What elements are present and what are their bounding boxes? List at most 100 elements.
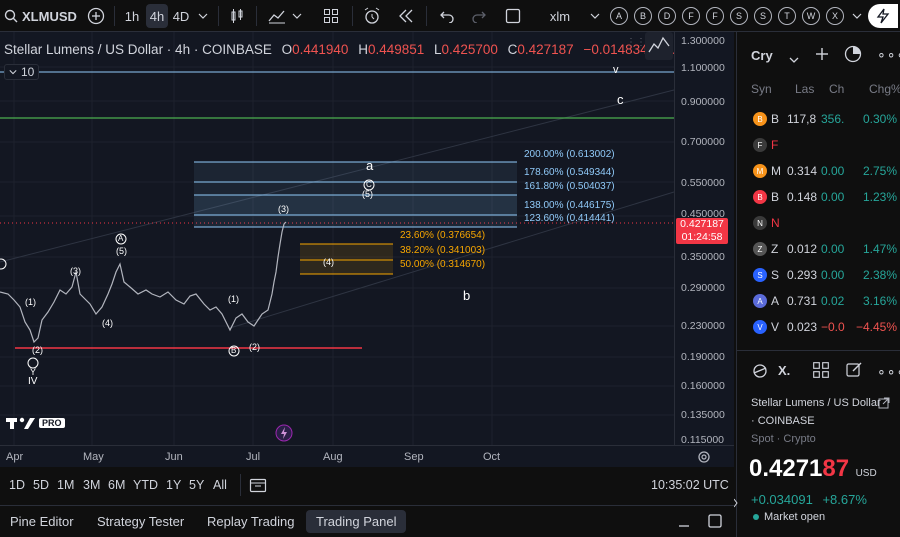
watchlist-title[interactable]: Cry xyxy=(751,48,773,63)
external-link-icon[interactable] xyxy=(878,396,890,414)
col-last[interactable]: Las xyxy=(795,82,814,96)
range-all[interactable]: All xyxy=(213,478,227,492)
collapse-panel-button[interactable] xyxy=(676,514,692,530)
watchlist-row[interactable]: NN xyxy=(737,210,900,236)
layouts-button[interactable] xyxy=(320,4,342,28)
go-to-date-button[interactable] xyxy=(240,474,274,496)
coin-icon: B xyxy=(753,112,767,126)
fib-extension-tool[interactable] xyxy=(194,161,517,228)
wave-label-1b: (1) xyxy=(228,294,239,304)
fib-retracement-tool[interactable] xyxy=(300,243,393,275)
indicators-button[interactable] xyxy=(266,4,288,28)
indicators-dropdown[interactable] xyxy=(290,4,304,28)
details-more-button[interactable]: ∘∘∘ xyxy=(877,363,900,380)
col-change-pct[interactable]: Chg% xyxy=(869,82,900,96)
alert-button[interactable] xyxy=(360,4,384,28)
current-price-tag: 0.427187 01:24:58 xyxy=(676,218,728,244)
watchlist-row[interactable]: B B 117,8 356. 0.30% xyxy=(737,106,900,132)
tab-replay-trading[interactable]: Replay Trading xyxy=(207,514,294,529)
range-6m[interactable]: 6M xyxy=(108,478,125,492)
quick-symbol-label: B xyxy=(639,11,646,21)
watchlist-row[interactable]: V V 0.023 −0.0 −4.45% xyxy=(737,314,900,340)
range-3m[interactable]: 3M xyxy=(83,478,100,492)
details-layout-button[interactable] xyxy=(812,361,830,384)
quick-symbol-f2[interactable]: F xyxy=(706,7,724,25)
details-price-main: 0.4271 xyxy=(749,455,823,482)
quick-symbol-a[interactable]: A xyxy=(610,7,628,25)
details-symbol[interactable]: X. xyxy=(778,363,790,378)
utc-clock[interactable]: 10:35:02 UTC xyxy=(651,478,729,492)
row-last: 0.731 xyxy=(787,294,818,308)
chart-symbol-title[interactable]: Stellar Lumens / US Dollar · 4h · COINBA… xyxy=(4,42,272,57)
fullscreen-button[interactable] xyxy=(502,4,524,28)
quick-symbol-x[interactable]: X xyxy=(826,7,844,25)
events-lightning-icon[interactable] xyxy=(275,424,293,442)
watchlist-row[interactable]: S S 0.293 0.00 2.38% xyxy=(737,262,900,288)
watchlist-menu-dropdown[interactable] xyxy=(789,50,799,68)
chart-type-button[interactable] xyxy=(226,4,248,28)
interval-dropdown[interactable] xyxy=(196,4,210,28)
maximize-panel-button[interactable] xyxy=(707,513,723,529)
redo-icon xyxy=(472,11,486,23)
interval-label: 1h xyxy=(124,8,140,24)
time-axis-label: Oct xyxy=(483,451,501,463)
range-5y[interactable]: 5Y xyxy=(189,478,204,492)
details-edit-button[interactable] xyxy=(845,361,863,384)
compare-dropdown[interactable] xyxy=(588,4,602,28)
details-change-pct: +8.67% xyxy=(822,492,867,507)
retrace-label: 23.60% (0.376654) xyxy=(400,230,486,241)
quick-symbol-d[interactable]: D xyxy=(658,7,676,25)
replay-button[interactable] xyxy=(394,4,418,28)
sidebar-collapse-handle[interactable] xyxy=(733,495,738,511)
quick-symbol-b[interactable]: B xyxy=(634,7,652,25)
details-name[interactable]: Stellar Lumens / US Dollar xyxy=(751,397,881,409)
add-symbol-watchlist-button[interactable] xyxy=(814,46,830,67)
quick-symbol-s2[interactable]: S xyxy=(754,7,772,25)
object-tree-button[interactable] xyxy=(645,32,673,60)
range-ytd[interactable]: YTD xyxy=(133,478,158,492)
range-1d[interactable]: 1D xyxy=(9,478,25,492)
row-change-pct: 0.30% xyxy=(862,112,897,126)
symbol-search-button[interactable]: XLMUSD xyxy=(4,4,88,28)
range-1y[interactable]: 1Y xyxy=(166,478,181,492)
interval-4d[interactable]: 4D xyxy=(170,4,192,28)
compare-symbol-input[interactable]: xlm xyxy=(540,4,580,28)
advanced-view-button[interactable] xyxy=(843,44,863,69)
quick-symbol-f1[interactable]: F xyxy=(682,7,700,25)
row-last: 0.023 xyxy=(787,320,818,334)
indicator-legend[interactable]: 10 xyxy=(4,64,40,80)
add-symbol-button[interactable] xyxy=(86,4,106,28)
watchlist-row[interactable]: M M 0.314 0.00 2.75% xyxy=(737,158,900,184)
interval-4h[interactable]: 4h xyxy=(146,4,168,28)
range-1m[interactable]: 1M xyxy=(57,478,74,492)
redo-button[interactable] xyxy=(468,4,490,28)
chart-pane[interactable]: 200.00% (0.613002) 178.60% (0.549344) 16… xyxy=(0,32,674,445)
calendar-range-icon xyxy=(249,478,266,493)
drag-handle-icon[interactable]: ⋮⋮ xyxy=(626,38,646,54)
chart-settings-button[interactable] xyxy=(696,449,712,465)
watchlist-row[interactable]: A A 0.731 0.02 3.16% xyxy=(737,288,900,314)
pro-badge: PRO xyxy=(39,418,65,428)
interval-1h[interactable]: 1h xyxy=(121,4,143,28)
watchlist-row[interactable]: B B 0.148 0.00 1.23% xyxy=(737,184,900,210)
tab-trading-panel[interactable]: Trading Panel xyxy=(306,510,407,533)
time-axis[interactable]: Apr May Jun Jul Aug Sep Oct xyxy=(0,445,734,467)
watchlist-more-button[interactable]: ∘∘∘ xyxy=(877,46,900,63)
watchlist-row[interactable]: FF xyxy=(737,132,900,158)
quick-symbol-t[interactable]: T xyxy=(778,7,796,25)
fib-label: 123.60% (0.414441) xyxy=(524,213,615,224)
range-5d[interactable]: 5D xyxy=(33,478,49,492)
quick-symbols-dropdown[interactable] xyxy=(850,4,864,28)
publish-button[interactable] xyxy=(868,4,898,28)
fib-label: 200.00% (0.613002) xyxy=(524,149,615,160)
tab-strategy-tester[interactable]: Strategy Tester xyxy=(97,514,184,529)
col-change[interactable]: Ch xyxy=(829,82,844,96)
undo-button[interactable] xyxy=(436,4,458,28)
wave-marker-left-edge[interactable] xyxy=(0,258,7,270)
time-axis-label: May xyxy=(83,451,104,463)
col-symbol[interactable]: Syn xyxy=(751,82,772,96)
quick-symbol-w[interactable]: W xyxy=(802,7,820,25)
watchlist-row[interactable]: Z Z 0.012 0.00 1.47% xyxy=(737,236,900,262)
quick-symbol-s1[interactable]: S xyxy=(730,7,748,25)
tab-pine-editor[interactable]: Pine Editor xyxy=(10,514,74,529)
